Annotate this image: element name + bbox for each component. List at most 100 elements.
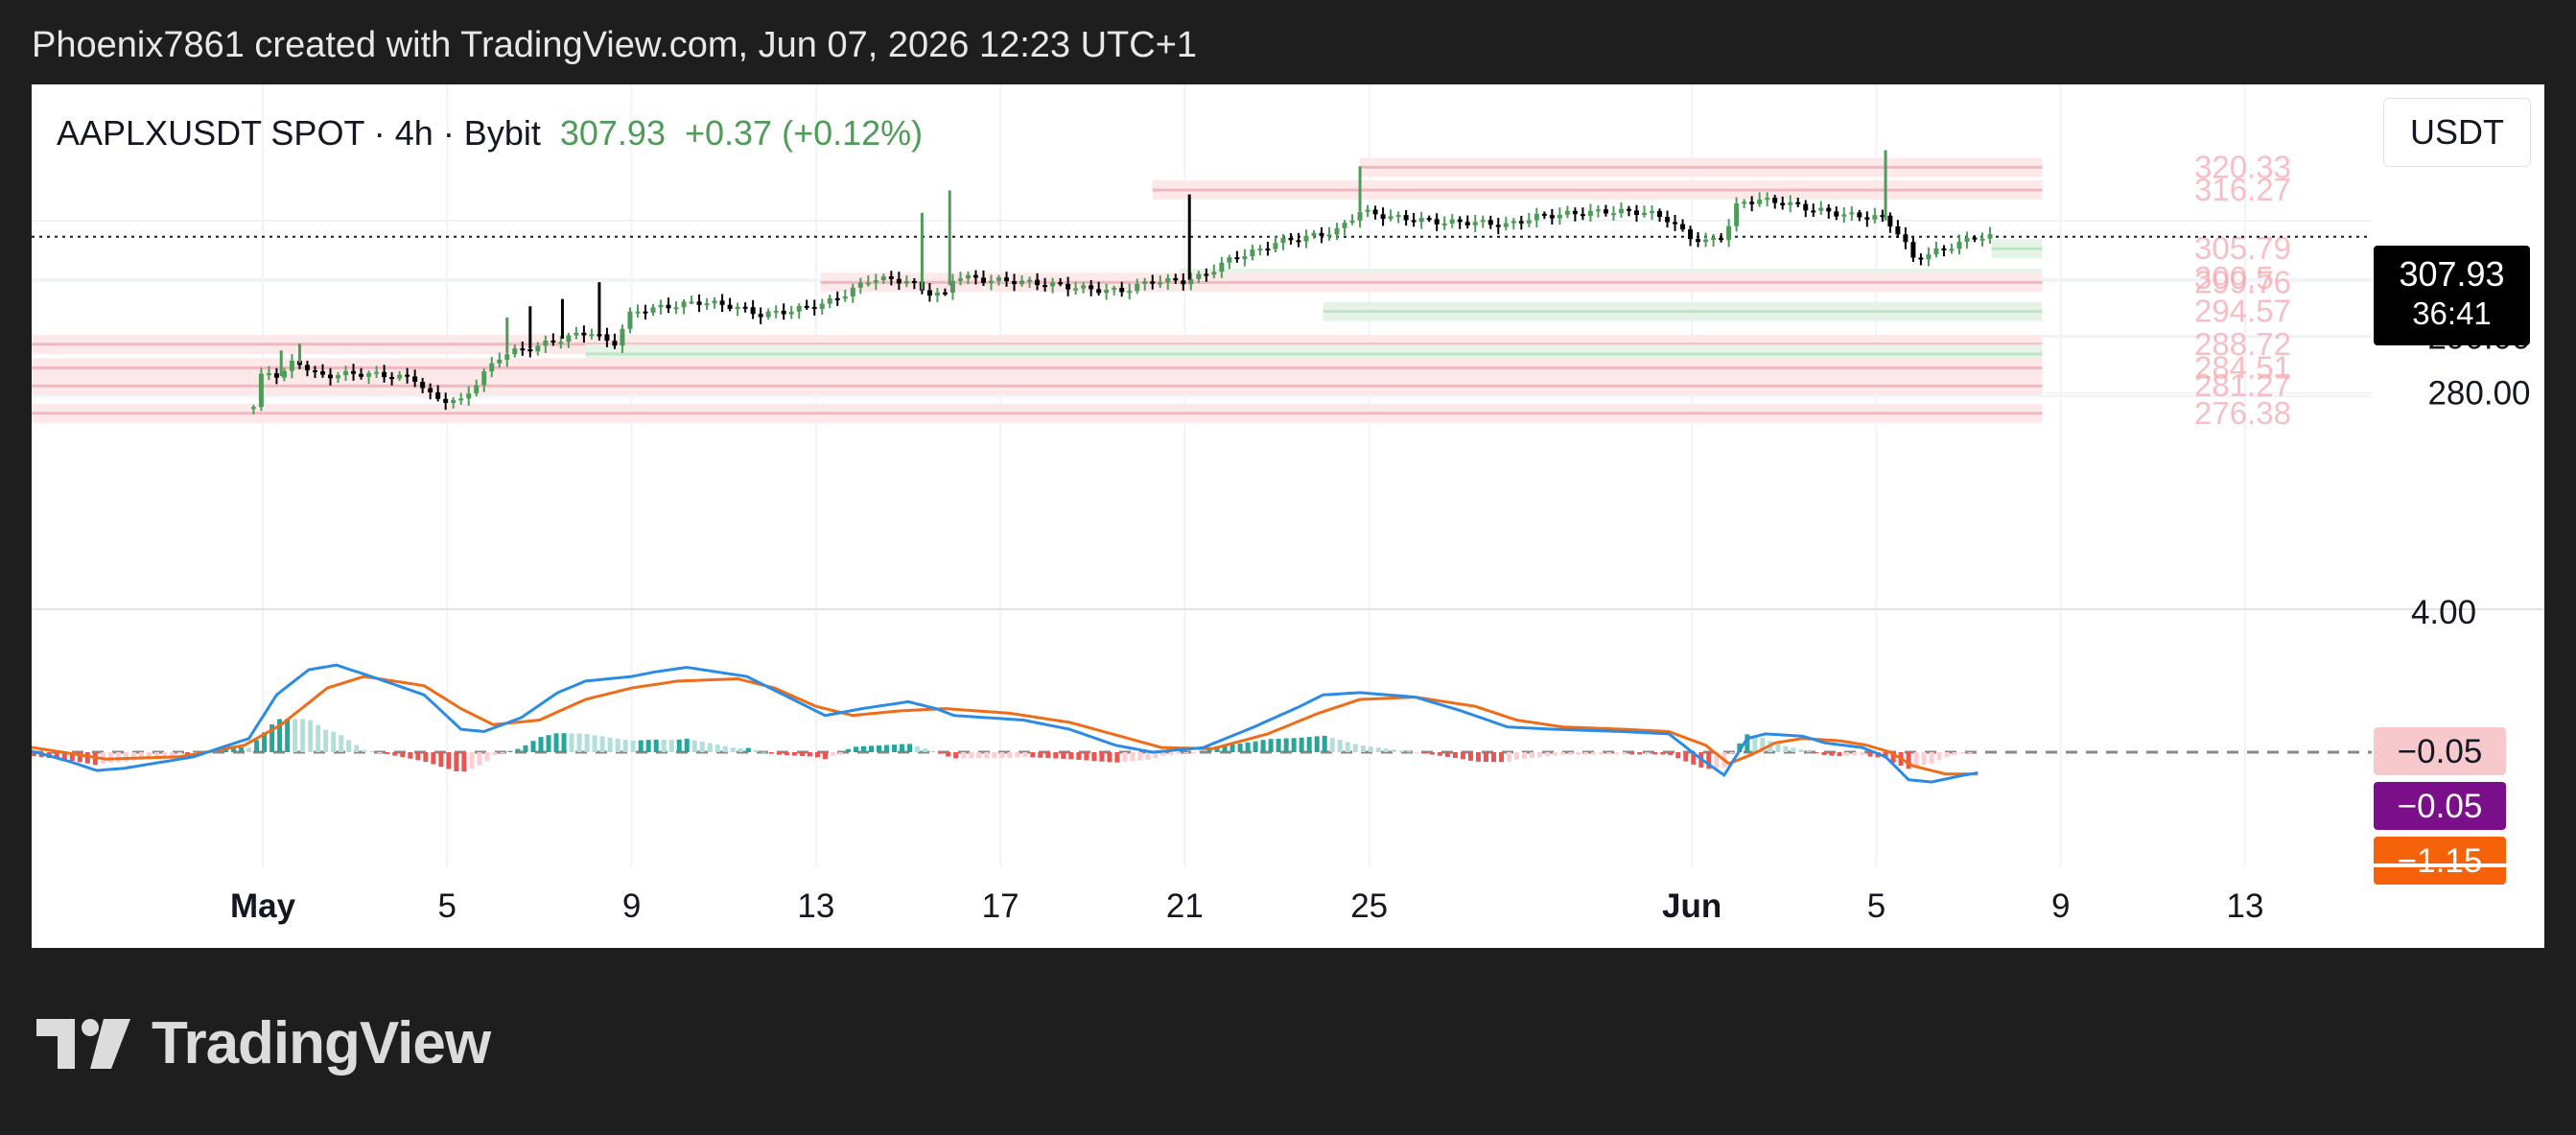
histogram-bar (377, 752, 383, 753)
candle-body (658, 304, 664, 308)
candle-body (1918, 257, 1924, 260)
histogram-bar (1168, 752, 1174, 755)
candle-body (1403, 215, 1409, 221)
candle-body (1910, 242, 1916, 258)
candle-body (996, 277, 1002, 281)
candle-body (1019, 280, 1025, 285)
histogram-bar (1084, 752, 1089, 761)
chart-svg[interactable]: 320.33316.27305.79300.5299.76294.57288.7… (32, 84, 2544, 948)
candle-body (1441, 223, 1447, 225)
candle-body (1626, 208, 1631, 211)
histogram-bar (1537, 752, 1543, 758)
histogram-bar (1645, 752, 1651, 755)
time-axis-label: 17 (982, 887, 1019, 925)
histogram-bar (1283, 738, 1289, 752)
candle-body (773, 310, 779, 313)
histogram-bar (1375, 747, 1381, 752)
candle-body (1795, 201, 1801, 204)
histogram-bar (1490, 752, 1496, 763)
symbol-legend[interactable]: AAPLXUSDT SPOT · 4h · Bybit 307.93 +0.37… (57, 113, 923, 154)
candle-body (1349, 220, 1355, 224)
candle-body (481, 371, 487, 386)
histogram-bar (369, 751, 375, 753)
candle-body (1926, 254, 1932, 260)
histogram-bar (331, 731, 337, 752)
candle-body (727, 304, 733, 309)
chart-panel[interactable]: 320.33 316.27 305.79 300.5 299.76 294.57 288.7… (32, 84, 2544, 948)
histogram-bar (469, 752, 475, 769)
candle-body (1158, 282, 1163, 285)
histogram-bar (1944, 752, 1950, 757)
candle-body (834, 297, 840, 300)
candle-body (1042, 285, 1048, 288)
candle-body (1457, 219, 1463, 223)
candle-body (1595, 209, 1601, 212)
histogram-bar (561, 733, 567, 752)
candle-body (1050, 282, 1056, 287)
histogram-bar (1906, 752, 1911, 769)
histogram-bar (1130, 752, 1136, 762)
zone-price-label: 294.57 (2194, 294, 2291, 329)
histogram-bar (814, 752, 820, 758)
candle-body (989, 280, 995, 283)
candle-body (1173, 277, 1179, 281)
macd-line-layer (32, 663, 1979, 784)
candle-body (934, 292, 940, 296)
histogram-bar (638, 740, 644, 752)
candle-body (289, 360, 294, 371)
candle-body (1365, 209, 1370, 212)
candle-body (1534, 213, 1539, 221)
candle-body (1426, 218, 1432, 221)
candle-body (972, 274, 978, 278)
histogram-bar (714, 745, 720, 752)
candle-body (273, 373, 279, 378)
symbol-name[interactable]: AAPLXUSDT SPOT · 4h · Bybit (57, 113, 541, 153)
histogram-bar (415, 752, 421, 761)
candle-body (673, 307, 679, 310)
histogram-bar (1829, 752, 1835, 756)
histogram-bar (1007, 752, 1013, 759)
histogram-bar (507, 750, 513, 752)
histogram-bar (1783, 745, 1789, 752)
candle-body (850, 287, 855, 296)
histogram-bar (1329, 738, 1335, 752)
candle-body (1234, 257, 1240, 260)
candle-body (1657, 211, 1663, 218)
candle-body (412, 376, 418, 382)
histogram-bar (1299, 737, 1304, 752)
histogram-bar (1545, 752, 1551, 757)
candle-body (1342, 223, 1347, 228)
histogram-bar (1253, 741, 1258, 752)
tradingview-logo[interactable]: TradingView (36, 1009, 491, 1077)
histogram-bar (953, 752, 959, 759)
histogram-bar (877, 745, 882, 752)
candle-body (1303, 235, 1309, 242)
candle-body (1388, 216, 1393, 220)
candle-body (489, 363, 495, 372)
candle-body (589, 334, 595, 337)
candle-body (750, 307, 756, 315)
histogram-bar (477, 752, 482, 766)
candle-body (1073, 288, 1079, 291)
histogram-bar (500, 752, 505, 753)
histogram-bar (1091, 752, 1097, 762)
histogram-bar (1506, 752, 1511, 762)
candle-body (250, 407, 256, 410)
candle-body (1395, 215, 1401, 218)
histogram-bar (1967, 752, 1973, 753)
histogram-bar (1421, 752, 1427, 754)
candle-body (765, 311, 771, 318)
histogram-bar (1437, 752, 1442, 756)
histogram-bar (1137, 752, 1143, 761)
candle-body (543, 340, 549, 346)
candle-body (1326, 234, 1332, 237)
histogram-bar (753, 749, 759, 752)
indicator-value-text: −0.05 (2398, 733, 2483, 770)
currency-selector-button[interactable]: USDT (2383, 98, 2531, 167)
candle-body (1027, 279, 1033, 282)
candle-body (1742, 201, 1747, 204)
histogram-bar (538, 737, 544, 752)
histogram-bar (592, 735, 597, 752)
candle-body (942, 292, 948, 295)
histogram-bar (392, 752, 398, 756)
